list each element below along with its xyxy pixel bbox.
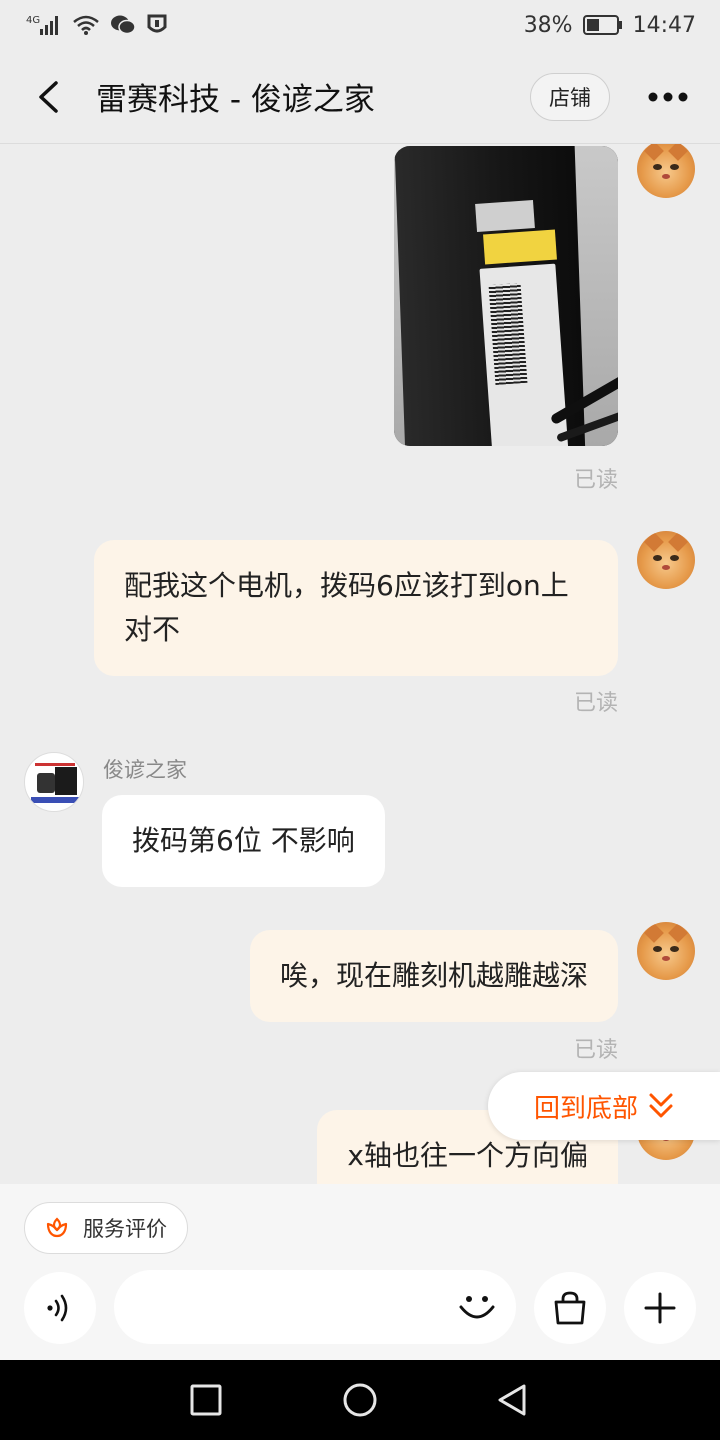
message-input[interactable] <box>114 1270 516 1344</box>
shield-icon <box>146 13 168 37</box>
message-bubble[interactable]: 配我这个电机，拨码6应该打到on上对不 <box>94 540 618 676</box>
voice-icon <box>47 1294 68 1322</box>
back-button[interactable] <box>0 50 96 144</box>
wifi-icon <box>72 14 100 36</box>
battery-icon <box>582 14 623 36</box>
bottom-bar: 服务评价 <box>0 1184 720 1360</box>
shop-avatar[interactable] <box>24 752 84 812</box>
my-avatar[interactable] <box>637 922 695 980</box>
home-icon <box>343 1383 377 1417</box>
wechat-icon <box>110 14 136 36</box>
service-rating-label: 服务评价 <box>83 1217 167 1241</box>
emoji-button[interactable] <box>452 1282 502 1332</box>
more-button[interactable] <box>638 73 698 121</box>
message-bubble[interactable]: 拨码第6位 不影响 <box>102 795 385 887</box>
sender-name: 俊谚之家 <box>103 758 187 782</box>
status-bar: 4G 38% 14:47 <box>0 0 720 50</box>
my-avatar[interactable] <box>637 144 695 198</box>
image-message[interactable] <box>394 146 618 446</box>
service-rating-button[interactable]: 服务评价 <box>24 1202 188 1254</box>
read-status: 已读 <box>573 691 618 716</box>
back-triangle-icon <box>498 1384 526 1416</box>
system-back-button[interactable] <box>488 1376 536 1424</box>
chat-header: 雷赛科技 - 俊谚之家 店铺 <box>0 50 720 144</box>
read-status: 已读 <box>573 1038 618 1063</box>
back-to-bottom-button[interactable]: 回到底部 <box>488 1072 720 1140</box>
double-chevron-down-icon <box>649 1093 673 1118</box>
plus-button[interactable] <box>624 1272 696 1344</box>
recent-apps-icon <box>190 1384 222 1416</box>
home-button[interactable] <box>336 1376 384 1424</box>
battery-percent: 38% <box>523 12 573 38</box>
clock: 14:47 <box>632 12 696 38</box>
shopping-bag-icon <box>554 1291 586 1325</box>
message-bubble[interactable]: 唉，现在雕刻机越雕越深 <box>249 930 618 1022</box>
back-arrow-icon <box>39 80 58 113</box>
recent-apps-button[interactable] <box>182 1376 230 1424</box>
chat-title: 雷赛科技 - 俊谚之家 <box>96 82 375 118</box>
plus-icon <box>644 1292 676 1324</box>
shop-button[interactable]: 店铺 <box>530 72 610 121</box>
signal-icon: 4G <box>26 13 62 37</box>
my-avatar[interactable] <box>637 531 695 589</box>
shopping-bag-button[interactable] <box>534 1272 606 1344</box>
network-type-label: 4G <box>26 15 40 26</box>
read-status: 已读 <box>573 468 618 493</box>
voice-button[interactable] <box>24 1272 96 1344</box>
more-icon <box>648 92 688 101</box>
navigation-bar <box>0 1360 720 1440</box>
back-to-bottom-label: 回到底部 <box>534 1093 639 1124</box>
flower-icon <box>46 1217 68 1238</box>
emoji-icon <box>459 1296 495 1319</box>
chat-messages[interactable]: 已读 配我这个电机，拨码6应该打到on上对不 已读 俊谚之家 拨码第6位 不影响… <box>0 144 720 1184</box>
